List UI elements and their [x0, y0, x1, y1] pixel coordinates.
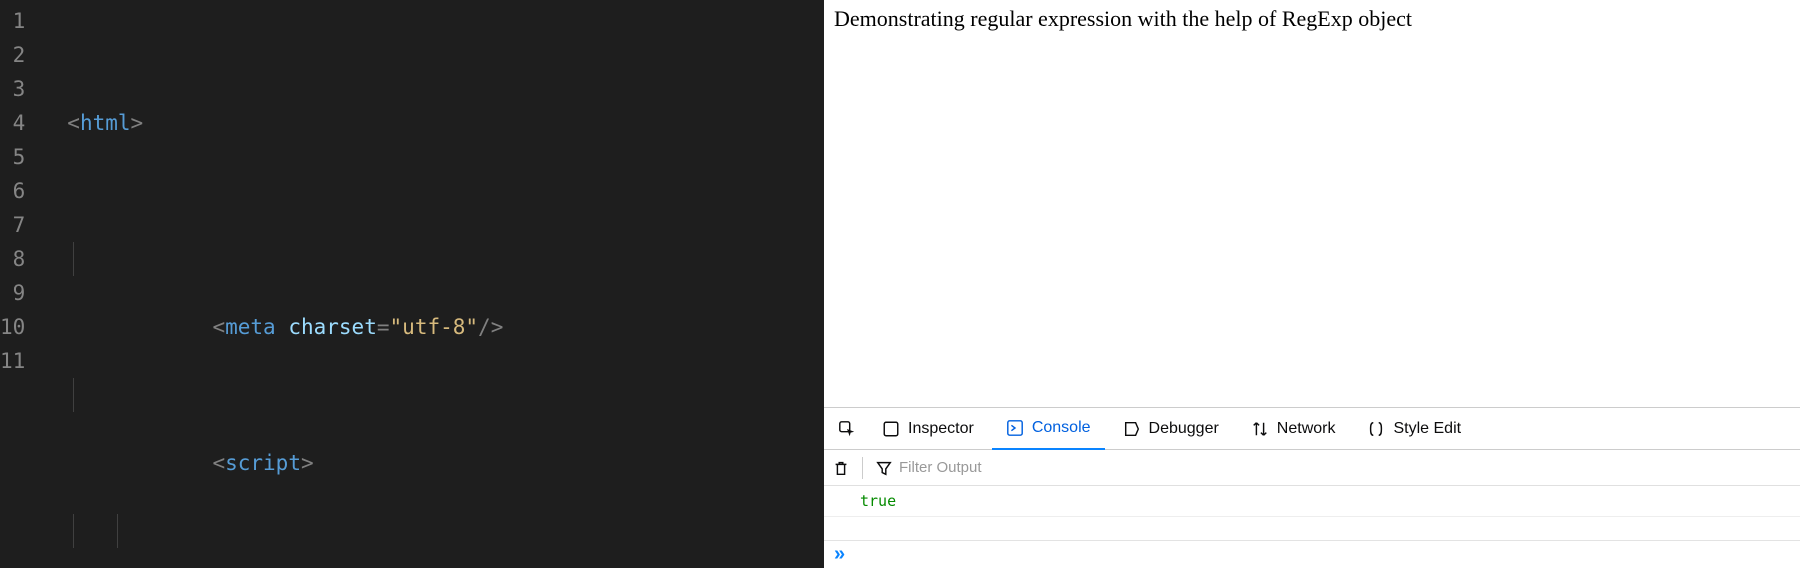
line-number: 3 [0, 72, 25, 106]
console-prompt[interactable]: » [824, 540, 1800, 568]
line-number: 1 [0, 4, 25, 38]
line-number: 8 [0, 242, 25, 276]
tab-label: Network [1277, 420, 1336, 438]
console-output[interactable]: true [824, 486, 1800, 540]
line-number: 5 [0, 140, 25, 174]
style-editor-icon [1367, 420, 1385, 438]
code-editor[interactable]: 1 2 3 4 5 6 7 8 9 10 11 <html> <meta cha… [0, 0, 824, 568]
tab-style-editor[interactable]: Style Edit [1353, 408, 1475, 449]
console-icon [1006, 419, 1024, 437]
line-number: 11 [0, 344, 25, 378]
console-value: true [860, 492, 896, 510]
tab-label: Style Edit [1393, 420, 1461, 438]
inspector-icon [882, 420, 900, 438]
line-number: 10 [0, 310, 25, 344]
prompt-chevrons-icon: » [834, 543, 842, 566]
network-icon [1251, 420, 1269, 438]
tab-network[interactable]: Network [1237, 408, 1350, 449]
code-area[interactable]: <html> <meta charset="utf-8"/> <script> … [39, 0, 824, 568]
filter-icon [875, 459, 893, 477]
line-number: 4 [0, 106, 25, 140]
devtools-panel: Inspector Console Debugger Network Style… [824, 408, 1800, 568]
toolbar-separator [862, 457, 863, 479]
devtools-tabbar: Inspector Console Debugger Network Style… [824, 408, 1800, 450]
line-number: 2 [0, 38, 25, 72]
tab-debugger[interactable]: Debugger [1109, 408, 1233, 449]
console-log-row: true [824, 486, 1800, 517]
rendered-page: Demonstrating regular expression with th… [824, 0, 1800, 408]
picker-icon [838, 420, 856, 438]
page-body-text: Demonstrating regular expression with th… [834, 6, 1412, 31]
clear-console-button[interactable] [832, 459, 850, 477]
console-toolbar [824, 450, 1800, 486]
tab-inspector[interactable]: Inspector [868, 408, 988, 449]
tab-label: Debugger [1149, 420, 1219, 438]
filter-input[interactable] [899, 459, 1099, 476]
line-number: 9 [0, 276, 25, 310]
debugger-icon [1123, 420, 1141, 438]
line-number-gutter: 1 2 3 4 5 6 7 8 9 10 11 [0, 0, 39, 568]
line-number: 6 [0, 174, 25, 208]
tab-label: Inspector [908, 420, 974, 438]
tab-console[interactable]: Console [992, 409, 1105, 450]
filter-output[interactable] [875, 459, 1099, 477]
tab-label: Console [1032, 419, 1091, 437]
element-picker-button[interactable] [830, 408, 864, 449]
line-number: 7 [0, 208, 25, 242]
